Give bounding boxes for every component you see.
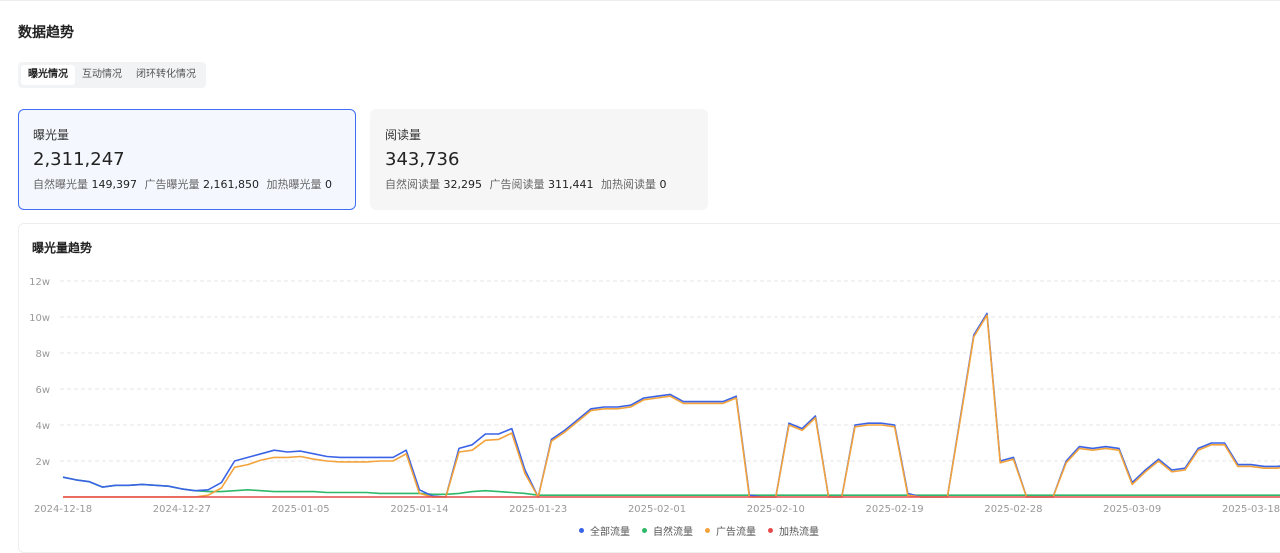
y-tick-label: 6w — [35, 385, 50, 396]
y-tick-label: 8w — [35, 349, 50, 360]
legend-label: 自然流量 — [653, 527, 693, 538]
x-tick-label: 2025-01-23 — [509, 504, 567, 515]
x-tick-label: 2025-02-28 — [984, 504, 1042, 515]
legend-label: 全部流量 — [590, 527, 630, 538]
legend-dot-icon — [579, 528, 584, 533]
y-tick-label: 10w — [29, 313, 50, 324]
legend-dot-icon — [642, 528, 647, 533]
legend-item[interactable]: 加热流量 — [768, 523, 819, 538]
x-tick-label: 2025-02-01 — [628, 504, 686, 515]
x-tick-label: 2025-03-18 — [1222, 504, 1280, 515]
y-tick-label: 12w — [29, 277, 50, 288]
legend-dot-icon — [705, 528, 710, 533]
line-chart[interactable]: 2w 4w 6w 8w 10w 12w 2024-12-18 2024-12-27 2025-0… — [0, 0, 1280, 541]
x-tick-label: 2025-03-09 — [1103, 504, 1161, 515]
x-tick-label: 2025-02-10 — [747, 504, 805, 515]
legend-item[interactable]: 全部流量 — [579, 523, 630, 538]
legend-label: 广告流量 — [716, 527, 756, 538]
chart-legend: 全部流量 自然流量 广告流量 加热流量 — [579, 523, 831, 538]
legend-dot-icon — [768, 528, 773, 533]
legend-item[interactable]: 自然流量 — [642, 523, 693, 538]
legend-item[interactable]: 广告流量 — [705, 523, 756, 538]
y-tick-label: 2w — [35, 457, 50, 468]
series-line-0[interactable] — [62, 312, 1280, 498]
x-tick-label: 2024-12-18 — [34, 504, 92, 515]
legend-label: 加热流量 — [779, 527, 819, 538]
y-tick-label: 4w — [35, 421, 50, 432]
x-tick-label: 2025-02-19 — [866, 504, 924, 515]
x-tick-label: 2025-01-05 — [272, 504, 330, 515]
x-tick-label: 2025-01-14 — [390, 504, 448, 515]
series-line-1[interactable] — [62, 476, 1280, 497]
series-line-2[interactable] — [63, 314, 1280, 498]
x-tick-label: 2024-12-27 — [153, 504, 211, 515]
